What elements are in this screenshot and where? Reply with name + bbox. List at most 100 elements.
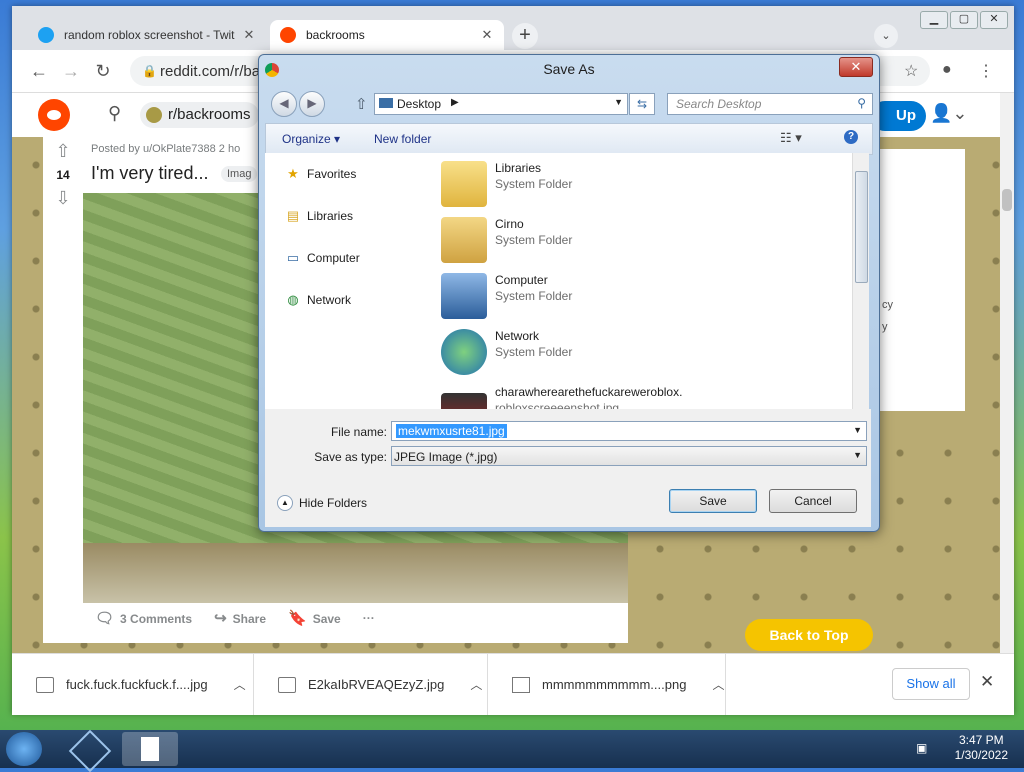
save-type-select[interactable]: JPEG Image (*.jpg) ▼ [391, 446, 867, 466]
scrollbar-thumb[interactable] [1002, 189, 1012, 211]
comments-button[interactable]: 🗨 3 Comments [95, 609, 192, 627]
upvote-icon[interactable]: ⇧ [51, 141, 75, 162]
cancel-button[interactable]: Cancel [769, 489, 857, 513]
close-icon[interactable]: ✕ [242, 27, 256, 43]
chevron-down-icon[interactable]: ▼ [614, 97, 623, 107]
comment-icon: 🗨 [95, 610, 115, 627]
scrollbar-thumb[interactable] [855, 171, 868, 283]
close-icon[interactable]: ✕ [480, 27, 494, 43]
chevron-up-icon[interactable]: ︿ [470, 676, 482, 693]
reddit-logo[interactable] [38, 99, 70, 131]
save-button[interactable]: Save [669, 489, 757, 513]
chevron-down-icon[interactable]: ▼ [853, 450, 862, 460]
twitter-icon [38, 27, 54, 43]
download-item[interactable]: mmmmmmmmmm....png ︿ [488, 654, 726, 715]
back-to-top-button[interactable]: Back to Top [745, 619, 873, 651]
tab-backrooms[interactable]: backrooms ✕ [270, 20, 504, 50]
refresh-icon[interactable]: ⇆ [629, 93, 655, 115]
virtualbox-icon[interactable] [62, 729, 118, 772]
file-item[interactable]: Libraries System Folder [441, 161, 572, 207]
window-controls: ▁ ▢ ✕ [920, 11, 1008, 29]
tab-search-icon[interactable]: ⌄ [874, 24, 898, 48]
file-kind: System Folder [495, 345, 573, 359]
share-button[interactable]: ↪ Share [214, 609, 266, 627]
image-file-icon [278, 676, 296, 693]
search-icon[interactable]: ⚲ [108, 103, 121, 124]
download-item[interactable]: fuck.fuck.fuckfuck.f....jpg ︿ [12, 654, 254, 715]
close-window-icon[interactable]: ✕ [980, 11, 1008, 29]
nav-item-favorites[interactable]: ★ Favorites [285, 166, 357, 182]
views-icon[interactable]: ☷ ▾ [780, 130, 802, 146]
back-arrow-icon[interactable]: ← [26, 58, 52, 84]
show-all-button[interactable]: Show all [892, 668, 970, 700]
file-name: Computer [495, 273, 548, 287]
address-text: Desktop [397, 97, 442, 111]
file-item[interactable]: Cirno System Folder [441, 217, 572, 263]
minimize-icon[interactable]: ▁ [920, 11, 948, 29]
hide-folders-label: Hide Folders [299, 496, 368, 510]
file-item[interactable]: charawherearethefuckareweroblox. robloxsc… [441, 385, 682, 409]
chevron-up-icon[interactable]: ︿ [234, 676, 246, 693]
file-name: charawherearethefuckareweroblox. [495, 385, 683, 399]
breadcrumb-arrow-icon[interactable]: ▶ [451, 97, 459, 108]
user-folder-icon [441, 217, 487, 263]
address-path[interactable]: Desktop ▶ ▼ [374, 93, 628, 115]
comments-label: 3 Comments [120, 612, 193, 626]
tab-strip: random roblox screenshot - Twit ✕ backro… [12, 6, 1014, 50]
chevron-down-icon[interactable]: ▼ [853, 425, 862, 435]
network-tray-icon[interactable]: ▣ [916, 741, 927, 755]
organize-label: Organize [282, 132, 331, 146]
file-list-scrollbar[interactable] [852, 153, 869, 409]
post-flair: Imag [221, 166, 258, 182]
user-menu-icon[interactable]: 👤⌄ [930, 103, 968, 124]
search-input[interactable]: Search Desktop ⚲ [667, 93, 873, 115]
back-icon[interactable]: ◀ [271, 91, 297, 117]
help-icon[interactable]: ? [844, 130, 858, 144]
file-item[interactable]: Network System Folder [441, 329, 572, 375]
clock-time: 3:47 PM [958, 733, 1004, 747]
nav-item-libraries[interactable]: ▤ Libraries [285, 209, 353, 224]
file-name: Libraries [495, 161, 542, 175]
close-icon[interactable]: ✕ [839, 57, 873, 77]
reload-icon[interactable]: ↻ [90, 58, 116, 84]
navigation-pane: ★ Favorites ▤ Libraries ▭ Computer ◍ Network [265, 153, 424, 409]
tab-twitter[interactable]: random roblox screenshot - Twit ✕ [28, 20, 266, 50]
forward-icon[interactable]: ▶ [299, 91, 325, 117]
downvote-icon[interactable]: ⇩ [51, 188, 75, 209]
new-tab-button[interactable]: + [512, 23, 538, 49]
nav-label: Favorites [307, 167, 357, 181]
save-post-button[interactable]: 🔖 Save [288, 609, 341, 627]
clock[interactable]: 3:47 PM 1/30/2022 [955, 733, 1008, 763]
up-folder-icon[interactable]: ⇧ [355, 95, 368, 113]
forward-arrow-icon[interactable]: → [58, 58, 84, 84]
file-item[interactable]: Computer System Folder [441, 273, 572, 319]
search-icon: ⚲ [857, 96, 866, 110]
organize-button[interactable]: Organize ▾ [282, 132, 340, 146]
more-options-button[interactable]: ··· [363, 611, 375, 625]
menu-icon[interactable]: ⋮ [978, 61, 994, 81]
chevron-up-icon[interactable]: ︿ [712, 676, 724, 693]
profile-icon[interactable]: ● [942, 61, 952, 79]
vote-column: ⇧ 14 ⇩ [51, 141, 75, 209]
nav-item-computer[interactable]: ▭ Computer [285, 251, 360, 266]
maximize-icon[interactable]: ▢ [950, 11, 978, 29]
file-name-input[interactable]: mekwmxusrte81.jpg ▼ [391, 421, 867, 441]
command-bar: Organize ▾ New folder ☷ ▾ ? [265, 123, 873, 155]
nav-item-network[interactable]: ◍ Network [285, 293, 351, 308]
post-title[interactable]: I'm very tired... [91, 163, 208, 184]
lock-icon: 🔒 [142, 64, 157, 78]
file-taskbar-button[interactable] [122, 732, 178, 766]
clock-date: 1/30/2022 [954, 748, 1008, 762]
close-icon[interactable]: ✕ [980, 672, 994, 692]
download-filename: E2kaIbRVEAQEzyZ.jpg [308, 677, 445, 692]
star-icon: ★ [287, 166, 299, 181]
bookmark-star-icon[interactable]: ☆ [904, 61, 918, 81]
tab-title: backrooms [306, 28, 365, 42]
start-button[interactable] [6, 732, 42, 766]
new-folder-button[interactable]: New folder [374, 132, 431, 146]
page-scrollbar[interactable] [1000, 93, 1014, 658]
download-item[interactable]: E2kaIbRVEAQEzyZ.jpg ︿ [254, 654, 488, 715]
subreddit-chip[interactable]: r/backrooms [140, 102, 259, 128]
hide-folders-toggle[interactable]: ▲ Hide Folders [277, 495, 367, 511]
save-label: Save [312, 612, 341, 626]
